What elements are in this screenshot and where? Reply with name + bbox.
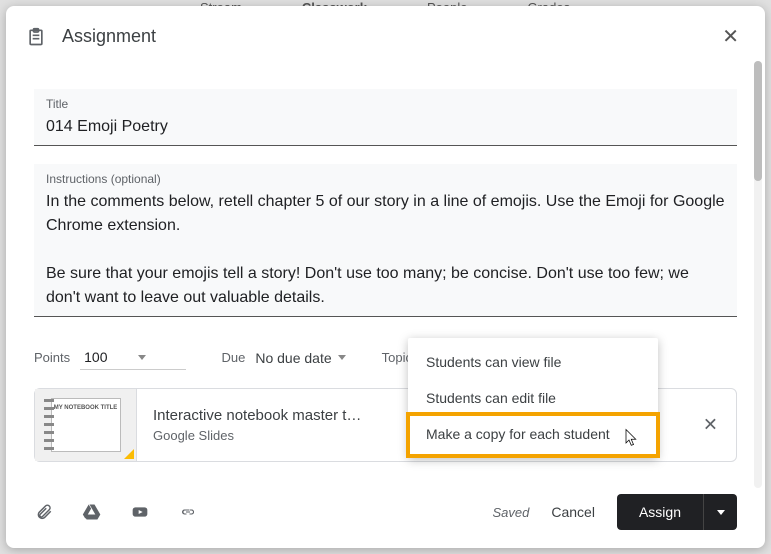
footer-toolbar: Saved Cancel Assign — [6, 486, 765, 548]
remove-attachment-button[interactable]: ✕ — [703, 415, 718, 436]
title-field[interactable]: Title 014 Emoji Poetry — [34, 89, 737, 146]
slides-corner-icon — [124, 449, 134, 459]
menu-option-copy[interactable]: Make a copy for each student — [408, 416, 658, 452]
chevron-down-icon[interactable] — [338, 355, 346, 360]
link-icon[interactable] — [178, 502, 198, 522]
instructions-field[interactable]: Instructions (optional) In the comments … — [34, 164, 737, 317]
menu-option-view[interactable]: Students can view file — [408, 344, 658, 380]
youtube-icon[interactable] — [130, 502, 150, 522]
scrollbar-thumb[interactable] — [754, 61, 762, 181]
modal-header: Assignment ✕ — [6, 6, 765, 67]
due-value[interactable]: No due date — [255, 350, 331, 366]
chevron-down-icon — [717, 510, 725, 515]
attachment-title[interactable]: Interactive notebook master t… — [153, 407, 381, 428]
assignment-icon — [26, 27, 46, 47]
cancel-button[interactable]: Cancel — [551, 504, 595, 520]
close-button[interactable]: ✕ — [716, 18, 745, 55]
assignment-modal: Assignment ✕ Title 014 Emoji Poetry Inst… — [6, 6, 765, 548]
instructions-label: Instructions (optional) — [46, 172, 725, 186]
title-input[interactable]: 014 Emoji Poetry — [46, 111, 725, 139]
due-label: Due — [222, 350, 246, 365]
due-control[interactable]: Due No due date — [222, 350, 346, 366]
thumb-text: MY NOTEBOOK TITLE — [54, 405, 118, 412]
assign-button[interactable]: Assign — [617, 494, 703, 530]
drive-icon[interactable] — [82, 502, 102, 522]
modal-title: Assignment — [62, 26, 156, 47]
attachment-type: Google Slides — [153, 428, 381, 443]
assign-button-group: Assign — [617, 494, 737, 530]
title-label: Title — [46, 97, 725, 111]
saved-status: Saved — [493, 505, 530, 520]
menu-option-edit[interactable]: Students can edit file — [408, 380, 658, 416]
attach-file-icon[interactable] — [34, 502, 54, 522]
scrollbar-track[interactable] — [754, 61, 762, 488]
points-value[interactable]: 100 — [84, 349, 107, 365]
instructions-input[interactable]: In the comments below, retell chapter 5 … — [46, 186, 725, 310]
attachment-thumbnail[interactable]: MY NOTEBOOK TITLE — [35, 389, 137, 461]
points-control[interactable]: Points 100 — [34, 345, 186, 370]
chevron-down-icon[interactable] — [138, 355, 146, 360]
attachment-permission-menu: Students can view file Students can edit… — [408, 338, 658, 458]
points-label: Points — [34, 350, 70, 365]
assign-dropdown-button[interactable] — [703, 494, 737, 530]
